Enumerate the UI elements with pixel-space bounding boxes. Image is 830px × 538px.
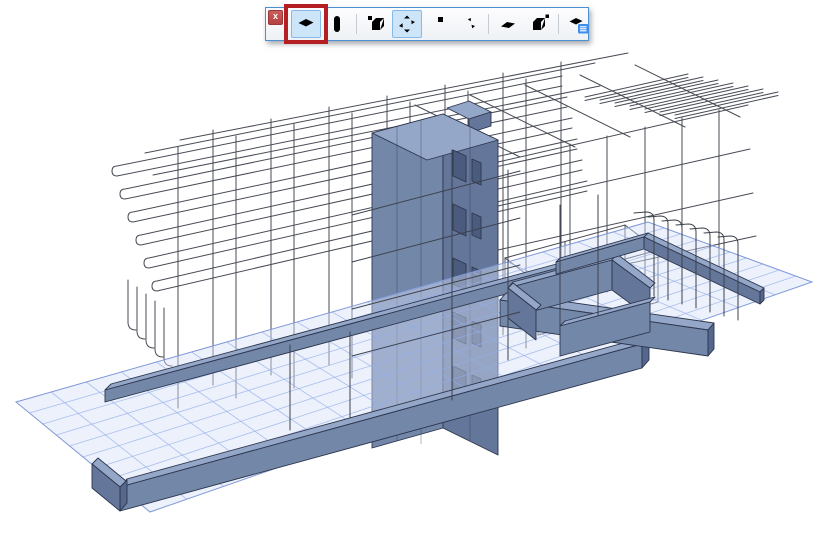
toolbar-button-tilt-plane[interactable]	[493, 10, 523, 38]
toolbar-button-move-plane[interactable]	[392, 10, 422, 38]
axes-cross-icon	[458, 13, 480, 35]
toolbar-button-gravity[interactable]	[322, 10, 352, 38]
plane-slash-icon	[497, 13, 519, 35]
editing-plane-toolbar: x	[265, 7, 589, 41]
capsule-icon	[326, 13, 348, 35]
cube-pin-2-icon	[528, 13, 550, 35]
3d-viewport[interactable]	[0, 0, 830, 538]
plane-settings-icon	[567, 13, 589, 35]
close-button[interactable]: x	[268, 10, 283, 25]
toolbar-buttons	[291, 10, 593, 38]
pin-slash-icon	[427, 13, 449, 35]
toolbar-button-detach-plane[interactable]	[423, 10, 453, 38]
toolbar-button-offset-plane[interactable]	[524, 10, 554, 38]
toolbar-button-pick-plane[interactable]	[361, 10, 391, 38]
toolbar-separator	[488, 14, 489, 34]
toolbar-separator	[558, 14, 559, 34]
toolbar-button-editing-plane-toggle[interactable]	[291, 10, 321, 38]
toolbar-button-align-axes[interactable]	[454, 10, 484, 38]
move-arrows-icon	[396, 13, 418, 35]
toolbar-separator	[356, 14, 357, 34]
cube-pin-icon	[365, 13, 387, 35]
app-window: x	[0, 0, 830, 538]
toolbar-button-plane-settings[interactable]	[563, 10, 593, 38]
editing-plane-icon	[295, 13, 317, 35]
